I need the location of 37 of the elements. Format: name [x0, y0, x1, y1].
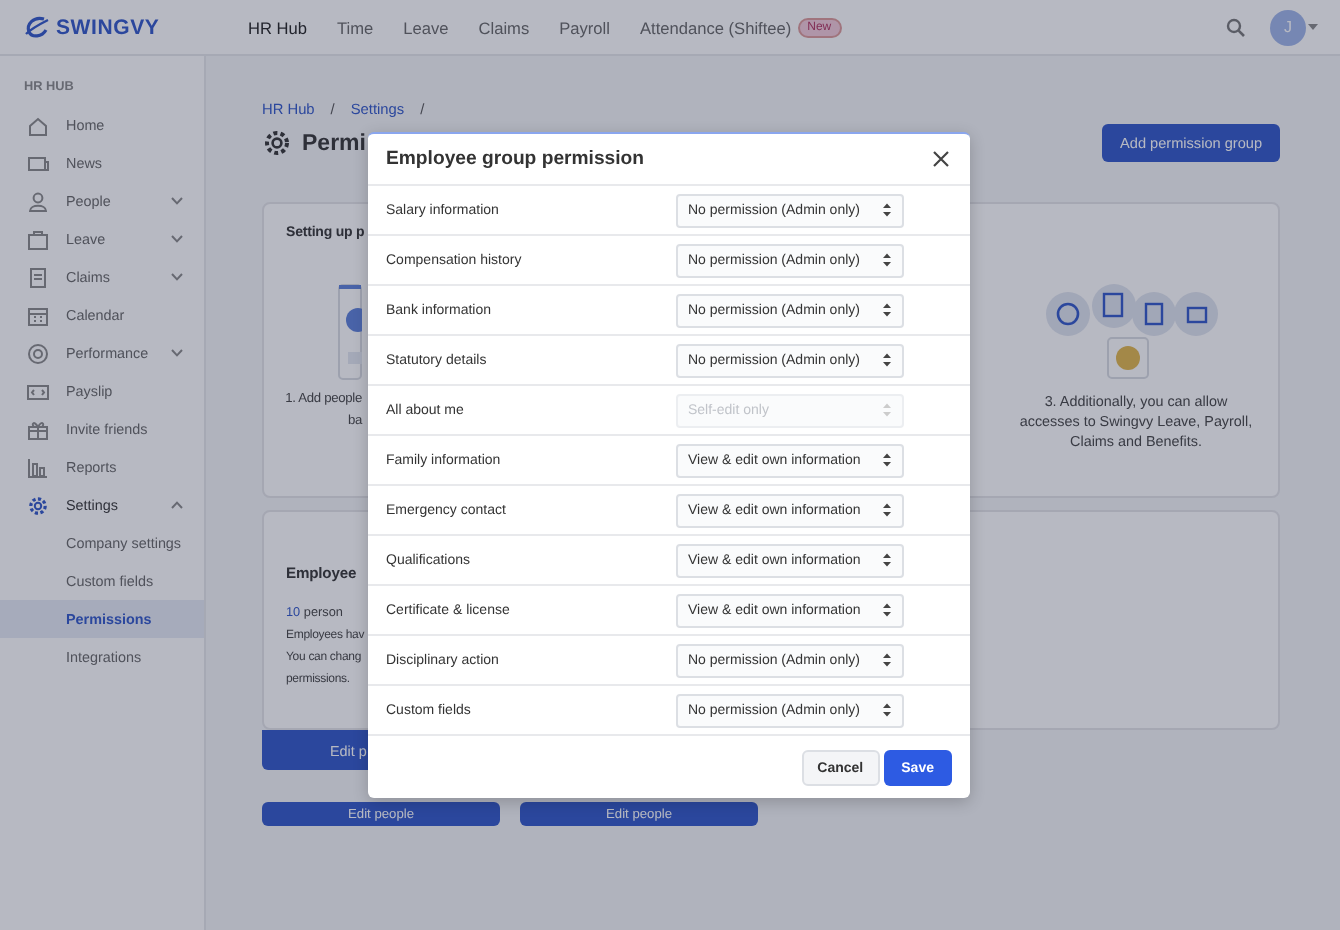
sort-arrows-icon [882, 302, 892, 318]
caret-icon [1306, 22, 1320, 32]
nav-tab[interactable]: Payroll [559, 17, 610, 37]
sort-arrows-icon [882, 602, 892, 618]
briefcase-icon [26, 227, 50, 251]
home-icon [26, 113, 50, 137]
nav-tab[interactable]: Claims [478, 17, 530, 37]
payslip-icon [26, 379, 50, 403]
logo-text: SWINGVY [56, 15, 160, 39]
sort-arrows-icon [882, 352, 892, 368]
people-illustration-drawing [338, 284, 362, 380]
sort-arrows-icon [882, 202, 892, 218]
receipt-icon [26, 265, 50, 289]
page-title: Permi [302, 131, 366, 155]
gift-icon [26, 417, 50, 441]
settings-icon [262, 128, 292, 158]
nav-tab[interactable]: HR Hub [248, 17, 308, 37]
bar-chart-icon [26, 455, 50, 479]
nav-tab[interactable]: Attendance (Shiftee) [640, 17, 792, 37]
dialog-title: Employee group permission [386, 148, 645, 170]
sort-arrows-icon [882, 702, 892, 718]
sort-arrows-icon [882, 652, 892, 668]
sort-arrows-icon [882, 402, 892, 418]
nav-tab[interactable]: Time [337, 17, 374, 37]
close-icon[interactable] [932, 150, 950, 168]
sort-arrows-icon [882, 452, 892, 468]
settings-icon [26, 493, 50, 517]
calendar-icon [26, 303, 50, 327]
sort-arrows-icon [882, 252, 892, 268]
newspaper-icon [26, 151, 50, 175]
logo-icon [24, 14, 50, 40]
search-icon [1226, 17, 1246, 37]
nav-tab[interactable]: Leave [403, 17, 449, 37]
sort-arrows-icon [882, 502, 892, 518]
sort-arrows-icon [882, 552, 892, 568]
target-icon [26, 341, 50, 365]
person-icon [26, 189, 50, 213]
